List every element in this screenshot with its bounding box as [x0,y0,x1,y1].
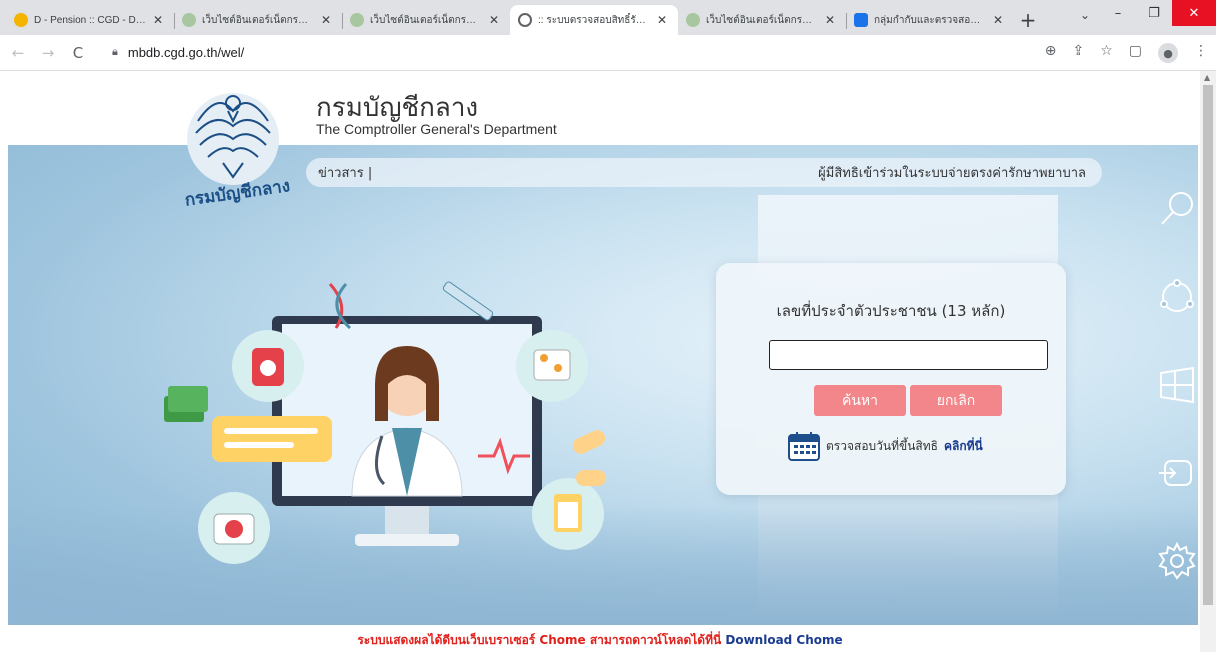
download-chrome-link[interactable]: Download Chome [725,633,842,647]
doctor-illustration [164,281,606,564]
check-eligibility-row: ตรวจสอบวันที่ขึ้นสิทธิ คลิกที่นี่ [788,431,983,461]
back-icon[interactable]: ← [6,44,30,62]
browser-tabstrip: D - Pension :: CGD - D - Pe ✕ เว็บไซต์อิ… [0,0,1216,35]
windows-icon[interactable] [1157,365,1197,405]
id-number-input[interactable] [769,340,1048,370]
id-number-label: เลขที่ประจำตัวประชาชน (13 หลัก) [776,302,1006,320]
new-tab-button[interactable]: + [1014,5,1042,35]
toolbar-actions: ⊕ ⇪ ☆ ▢ ● ⋮ [1045,43,1208,63]
search-icon[interactable] [1157,189,1197,229]
zoom-icon[interactable]: ⊕ [1045,43,1057,63]
menu-kebab-icon[interactable]: ⋮ [1194,43,1208,63]
check-eligibility-link[interactable]: คลิกที่นี่ [944,437,983,456]
tab-close-icon[interactable]: ✕ [654,13,670,27]
tab-title: เว็บไซต์อินเตอร์เน็ตกรมบัญชีกลาง [706,14,818,26]
check-eligibility-text: ตรวจสอบวันที่ขึ้นสิทธิ [826,438,938,453]
cgd-garuda-logo: กรมบัญชีกลาง [183,93,291,211]
side-icon-bar [1157,189,1197,581]
browser-tab[interactable]: เว็บไซต์อินเตอร์เน็ตกรมบัญชีกลาง ✕ [678,5,846,35]
browser-toolbar: ← → C 🔒︎ mbdb.cgd.go.th/wel/ ⊕ ⇪ ☆ ▢ ● ⋮ [0,35,1216,71]
tab-favicon-icon [350,13,364,27]
browser-note-text: ระบบแสดงผลได้ดีบนเว็บเบราเซอร์ Chome สาม… [357,633,722,647]
tab-favicon-icon [518,13,532,27]
side-panel-icon[interactable]: ▢ [1129,43,1142,63]
tab-close-icon[interactable]: ✕ [150,13,166,27]
lock-icon[interactable]: 🔒︎ [112,46,118,59]
page-scrollbar[interactable]: ▲ [1200,71,1216,652]
scrollbar-thumb[interactable] [1203,85,1213,605]
page-viewport: กรมบัญชีกลาง กรมบัญชีกลาง The Comptrolle… [0,71,1216,652]
search-button[interactable]: ค้นหา [814,385,906,416]
tab-close-icon[interactable]: ✕ [990,13,1006,27]
window-controls: – ❐ ✕ [1100,0,1216,35]
url-text[interactable]: mbdb.cgd.go.th/wel/ [128,45,244,60]
tab-title: เว็บไซต์อินเตอร์เน็ตกรมบัญชีกลาง [370,14,482,26]
address-bar[interactable]: 🔒︎ mbdb.cgd.go.th/wel/ [104,39,1144,67]
tab-favicon-icon [14,13,28,27]
nav-news-link[interactable]: ข่าวสาร | [318,162,372,183]
maximize-button[interactable]: ❐ [1136,0,1172,26]
reload-icon[interactable]: C [66,44,90,62]
tab-title: D - Pension :: CGD - D - Pe [34,14,146,26]
site-navbar: ข่าวสาร | ผู้มีสิทธิเข้าร่วมในระบบจ่ายตร… [306,158,1102,187]
tab-search-icon[interactable]: ⌄ [1080,8,1090,22]
syringe-icon [442,281,494,321]
tab-close-icon[interactable]: ✕ [486,13,502,27]
browser-tab[interactable]: เว็บไซต์อินเตอร์เน็ตกรมบัญชีกลาง ✕ [174,5,342,35]
site-title-en: The Comptroller General's Department [316,121,557,137]
tab-title: เว็บไซต์อินเตอร์เน็ตกรมบัญชีกลาง [202,14,314,26]
tab-favicon-icon [854,13,868,27]
tab-title: :: ระบบตรวจสอบสิทธิ์รักษาพยาบาล [538,14,650,26]
profile-avatar[interactable]: ● [1158,43,1178,63]
close-window-button[interactable]: ✕ [1172,0,1216,26]
browser-recommendation-note: ระบบแสดงผลได้ดีบนเว็บเบราเซอร์ Chome สาม… [0,631,1200,650]
tab-favicon-icon [686,13,700,27]
calendar-icon [788,432,820,461]
signout-icon[interactable] [1157,453,1197,493]
gear-icon[interactable] [1157,541,1197,581]
tab-title: กลุ่มกำกับและตรวจสอบระบบบำ [874,14,986,26]
browser-tab[interactable]: กลุ่มกำกับและตรวจสอบระบบบำ ✕ [846,5,1014,35]
tab-favicon-icon [182,13,196,27]
browser-tab[interactable]: D - Pension :: CGD - D - Pe ✕ [6,5,174,35]
bookmark-star-icon[interactable]: ☆ [1100,43,1113,63]
share-icon[interactable]: ⇪ [1072,43,1084,63]
id-search-card: เลขที่ประจำตัวประชาชน (13 หลัก) ค้นหา ยก… [716,263,1066,495]
browser-tab[interactable]: เว็บไซต์อินเตอร์เน็ตกรมบัญชีกลาง ✕ [342,5,510,35]
tab-close-icon[interactable]: ✕ [822,13,838,27]
scroll-up-icon[interactable]: ▲ [1204,73,1210,82]
forward-icon[interactable]: → [36,44,60,62]
nav-members-link[interactable]: ผู้มีสิทธิเข้าร่วมในระบบจ่ายตรงค่ารักษาพ… [818,162,1086,183]
browser-tab-active[interactable]: :: ระบบตรวจสอบสิทธิ์รักษาพยาบาล ✕ [510,5,678,35]
network-icon[interactable] [1157,277,1197,317]
tab-close-icon[interactable]: ✕ [318,13,334,27]
cancel-button[interactable]: ยกเลิก [910,385,1002,416]
speech-bubble [212,416,332,462]
minimize-button[interactable]: – [1100,0,1136,26]
